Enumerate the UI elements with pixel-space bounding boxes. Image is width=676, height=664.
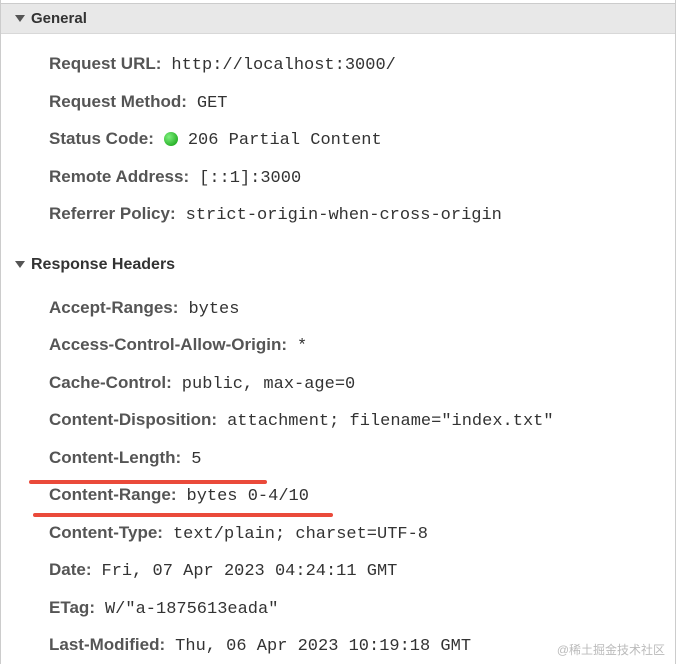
row-content-disposition: Content-Disposition attachment; filename… [1,402,675,440]
row-referrer-policy: Referrer Policy strict-origin-when-cross… [1,196,675,234]
label-content-disposition: Content-Disposition [49,407,217,433]
value-content-length: 5 [191,447,201,473]
row-content-range: Content-Range bytes 0-4/10 [1,477,675,515]
value-content-disposition: attachment; filename="index.txt" [227,409,553,435]
value-last-modified: Thu, 06 Apr 2023 10:19:18 GMT [175,634,471,660]
label-request-url: Request URL [49,51,161,77]
section-response-headers-title: Response Headers [31,256,175,274]
label-content-type: Content-Type [49,520,163,546]
value-etag: W/"a-1875613eada" [105,597,278,623]
label-accept-ranges: Accept-Ranges [49,295,178,321]
value-date: Fri, 07 Apr 2023 04:24:11 GMT [102,559,398,585]
label-date: Date [49,557,92,583]
value-content-range: bytes 0-4/10 [187,484,309,510]
row-date: Date Fri, 07 Apr 2023 04:24:11 GMT [1,552,675,590]
label-content-range: Content-Range [49,482,177,508]
section-response-headers-body: Accept-Ranges bytes Access-Control-Allow… [1,278,675,664]
value-request-method: GET [197,91,228,117]
row-accept-ranges: Accept-Ranges bytes [1,290,675,328]
status-dot-icon [164,132,178,146]
value-status-code: 206 Partial Content [188,128,382,154]
section-general-body: Request URL http://localhost:3000/ Reque… [1,34,675,248]
value-request-url: http://localhost:3000/ [171,53,395,79]
value-acao: * [297,334,307,360]
label-remote-address: Remote Address [49,164,189,190]
section-response-headers-header[interactable]: Response Headers [1,248,675,278]
label-last-modified: Last-Modified [49,632,165,658]
row-request-url: Request URL http://localhost:3000/ [1,46,675,84]
watermark-text: @稀土掘金技术社区 [557,641,665,659]
value-content-type: text/plain; charset=UTF-8 [173,522,428,548]
label-referrer-policy: Referrer Policy [49,201,176,227]
value-referrer-policy: strict-origin-when-cross-origin [186,203,502,229]
value-cache-control: public, max-age=0 [182,372,355,398]
label-content-length: Content-Length [49,445,181,471]
triangle-down-icon [15,261,25,268]
value-accept-ranges: bytes [188,297,239,323]
row-last-modified: Last-Modified Thu, 06 Apr 2023 10:19:18 … [1,627,675,664]
label-acao: Access-Control-Allow-Origin [49,332,287,358]
label-cache-control: Cache-Control [49,370,172,396]
section-general-title: General [31,10,87,27]
row-content-type: Content-Type text/plain; charset=UTF-8 [1,515,675,553]
row-status-code: Status Code 206 Partial Content [1,121,675,159]
row-etag: ETag W/"a-1875613eada" [1,590,675,628]
section-general-header[interactable]: General [1,4,675,34]
devtools-network-panel: General Request URL http://localhost:300… [0,0,676,664]
value-remote-address: [::1]:3000 [199,166,301,192]
triangle-down-icon [15,15,25,22]
label-status-code: Status Code [49,126,154,152]
label-etag: ETag [49,595,95,621]
row-content-length: Content-Length 5 [1,440,675,478]
row-cache-control: Cache-Control public, max-age=0 [1,365,675,403]
row-remote-address: Remote Address [::1]:3000 [1,159,675,197]
label-request-method: Request Method [49,89,187,115]
row-request-method: Request Method GET [1,84,675,122]
row-access-control-allow-origin: Access-Control-Allow-Origin * [1,327,675,365]
